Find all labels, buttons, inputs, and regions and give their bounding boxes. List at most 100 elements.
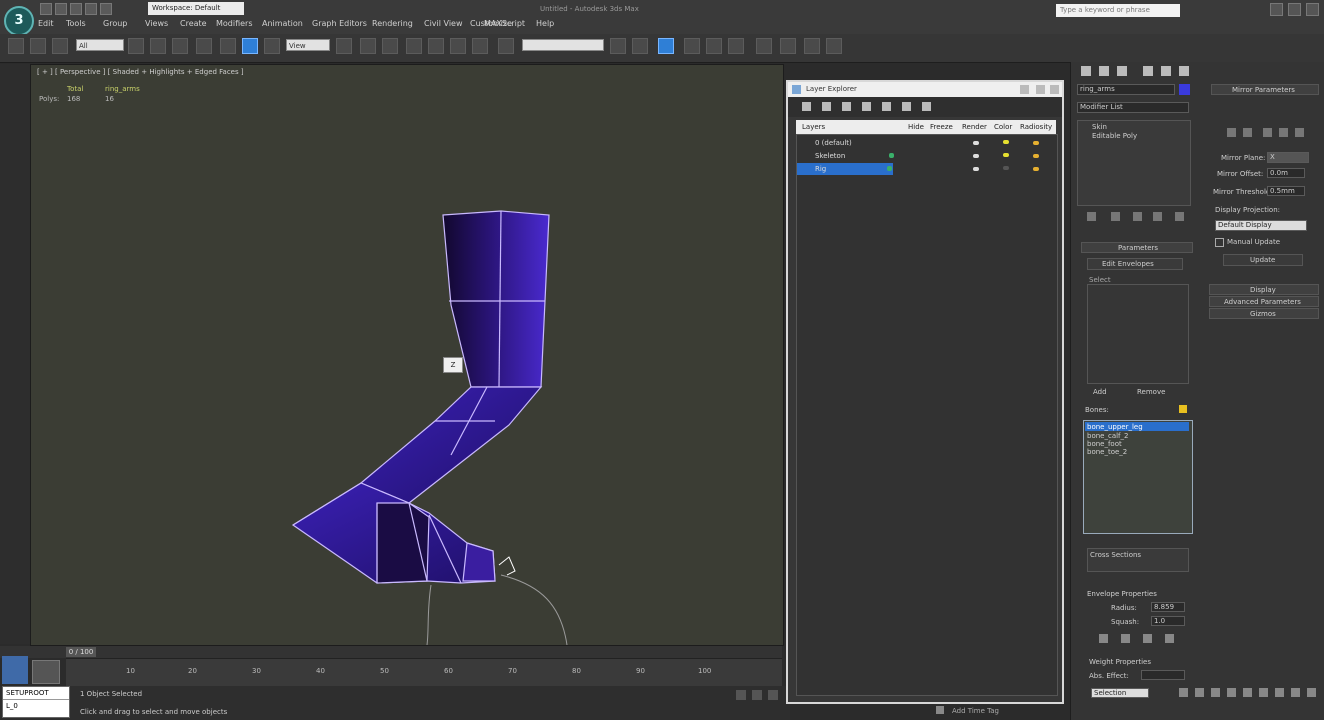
rect-selection-icon[interactable] [172,38,188,54]
active-layer-icon[interactable] [887,166,892,171]
bone-list-item[interactable]: bone_calf_2 [1087,432,1128,440]
make-unique-icon[interactable] [1133,212,1142,221]
relative-icon[interactable] [1121,634,1130,643]
color-swatch-icon[interactable] [1003,140,1009,144]
col-render[interactable]: Render [962,123,987,131]
add-bone-button[interactable]: Add [1093,388,1107,396]
layer-row-selected[interactable]: Rig [797,163,893,175]
maximize-viewport-icon[interactable] [1291,688,1300,697]
render-toggle-icon[interactable] [973,141,979,145]
object-name-field[interactable]: ring_arms [1077,84,1175,95]
select-layer-icon[interactable] [882,102,891,111]
update-button[interactable]: Update [1223,254,1303,266]
bone-list-item[interactable]: bone_toe_2 [1087,448,1127,456]
render-toggle-icon[interactable] [973,154,979,158]
modify-tab-icon[interactable] [1099,66,1109,76]
falloff-icon[interactable] [1143,634,1152,643]
radius-field[interactable]: 8.859 [1151,602,1185,612]
bones-list[interactable]: bone_upper_leg bone_calf_2 bone_foot bon… [1083,420,1193,534]
render-setup-icon[interactable] [780,38,796,54]
create-tab-icon[interactable] [1081,66,1091,76]
display-tab-icon[interactable] [1161,66,1171,76]
hierarchy-tab-icon[interactable] [1117,66,1127,76]
menu-animation[interactable]: Animation [262,19,303,28]
modifier-stack[interactable]: Skin Editable Poly [1077,120,1191,206]
manual-update-checkbox[interactable] [1215,238,1224,247]
stack-item-editable-poly[interactable]: Editable Poly [1092,132,1137,140]
leg-mesh[interactable] [31,65,783,645]
move-icon[interactable] [220,38,236,54]
layer-name[interactable]: Rig [815,165,826,173]
curve-editor-icon[interactable] [706,38,722,54]
select-object-icon[interactable] [128,38,144,54]
dialog-minimize-icon[interactable] [1020,85,1029,94]
save-file-icon[interactable] [70,3,82,15]
display-rollout[interactable]: Display [1209,284,1319,295]
mirror-selected-icon[interactable] [1243,128,1252,137]
unlink-icon[interactable] [30,38,46,54]
highlight-icon[interactable] [902,102,911,111]
dialog-close-icon[interactable] [1050,85,1059,94]
ref-coord-dropdown[interactable]: View [286,39,330,51]
absolute-icon[interactable] [1099,634,1108,643]
scale-icon[interactable] [264,38,280,54]
link-icon[interactable] [8,38,24,54]
stack-item-skin[interactable]: Skin [1092,123,1107,131]
configure-sets-icon[interactable] [1175,212,1184,221]
snaps-toggle-icon[interactable] [406,38,422,54]
app-logo-icon[interactable]: 3 [4,6,34,36]
object-color-swatch[interactable] [1179,84,1190,95]
bind-spacewarp-icon[interactable] [52,38,68,54]
zoom-extents-icon[interactable] [1211,688,1220,697]
remove-bone-button[interactable]: Remove [1137,388,1165,396]
track-bar[interactable]: 10 20 30 40 50 60 70 80 90 100 [66,658,782,687]
col-hide[interactable]: Hide [908,123,924,131]
render-toggle-icon[interactable] [973,167,979,171]
minimize-icon[interactable] [1270,3,1283,16]
layer-row[interactable]: Skeleton [797,150,1057,162]
maxscript-listener[interactable]: SETUPROOT L_0 [2,686,70,718]
menu-views[interactable]: Views [145,19,168,28]
percent-snap-icon[interactable] [450,38,466,54]
maximize-icon[interactable] [1288,3,1301,16]
orbit-icon[interactable] [1275,688,1284,697]
pan-icon[interactable] [1259,688,1268,697]
named-selection-dropdown[interactable] [522,39,604,51]
layer-name[interactable]: Skeleton [815,152,845,160]
navigation-icon[interactable] [1307,688,1316,697]
absolute-mode-icon[interactable] [768,690,778,700]
pin-stack-icon[interactable] [1087,212,1096,221]
menu-help[interactable]: Help [536,19,554,28]
advanced-parameters-rollout[interactable]: Advanced Parameters [1209,296,1319,307]
mirror-plane-dropdown[interactable]: X [1267,152,1309,163]
edit-named-selection-icon[interactable] [498,38,514,54]
layer-properties-icon[interactable] [922,102,931,111]
paste-blue-icon[interactable] [1279,128,1288,137]
time-slider[interactable]: 0 / 100 [0,646,782,658]
menu-tools[interactable]: Tools [66,19,86,28]
layer-explorer-icon[interactable] [658,38,674,54]
remove-modifier-icon[interactable] [1153,212,1162,221]
layer-row[interactable]: 0 (default) [797,137,1057,149]
mirror-parameters-rollout[interactable]: Mirror Parameters [1211,84,1319,95]
show-end-result-icon[interactable] [1111,212,1120,221]
rotate-icon[interactable] [242,38,258,54]
edit-envelopes-button[interactable]: Edit Envelopes [1087,258,1183,270]
selection-filter-dropdown[interactable]: All [76,39,124,51]
radiosity-toggle-icon[interactable] [1033,154,1039,158]
bone-list-item[interactable]: bone_foot [1087,440,1122,448]
lock-selection-icon[interactable] [736,690,746,700]
layer-name[interactable]: 0 (default) [815,139,852,147]
mirror-offset-field[interactable]: 0.0m [1267,168,1305,178]
radiosity-toggle-icon[interactable] [1033,167,1039,171]
redo-icon[interactable] [100,3,112,15]
menu-rendering[interactable]: Rendering [372,19,413,28]
parameters-rollout[interactable]: Parameters [1081,242,1193,253]
create-layer-icon[interactable] [842,102,851,111]
dialog-maximize-icon[interactable] [1036,85,1045,94]
abs-effect-field[interactable] [1141,670,1185,680]
menu-maxscript-label[interactable]: MAXScript [484,19,525,28]
render-icon[interactable] [826,38,842,54]
motion-tab-icon[interactable] [1143,66,1153,76]
mini-curve-editor-icon[interactable] [2,656,28,684]
